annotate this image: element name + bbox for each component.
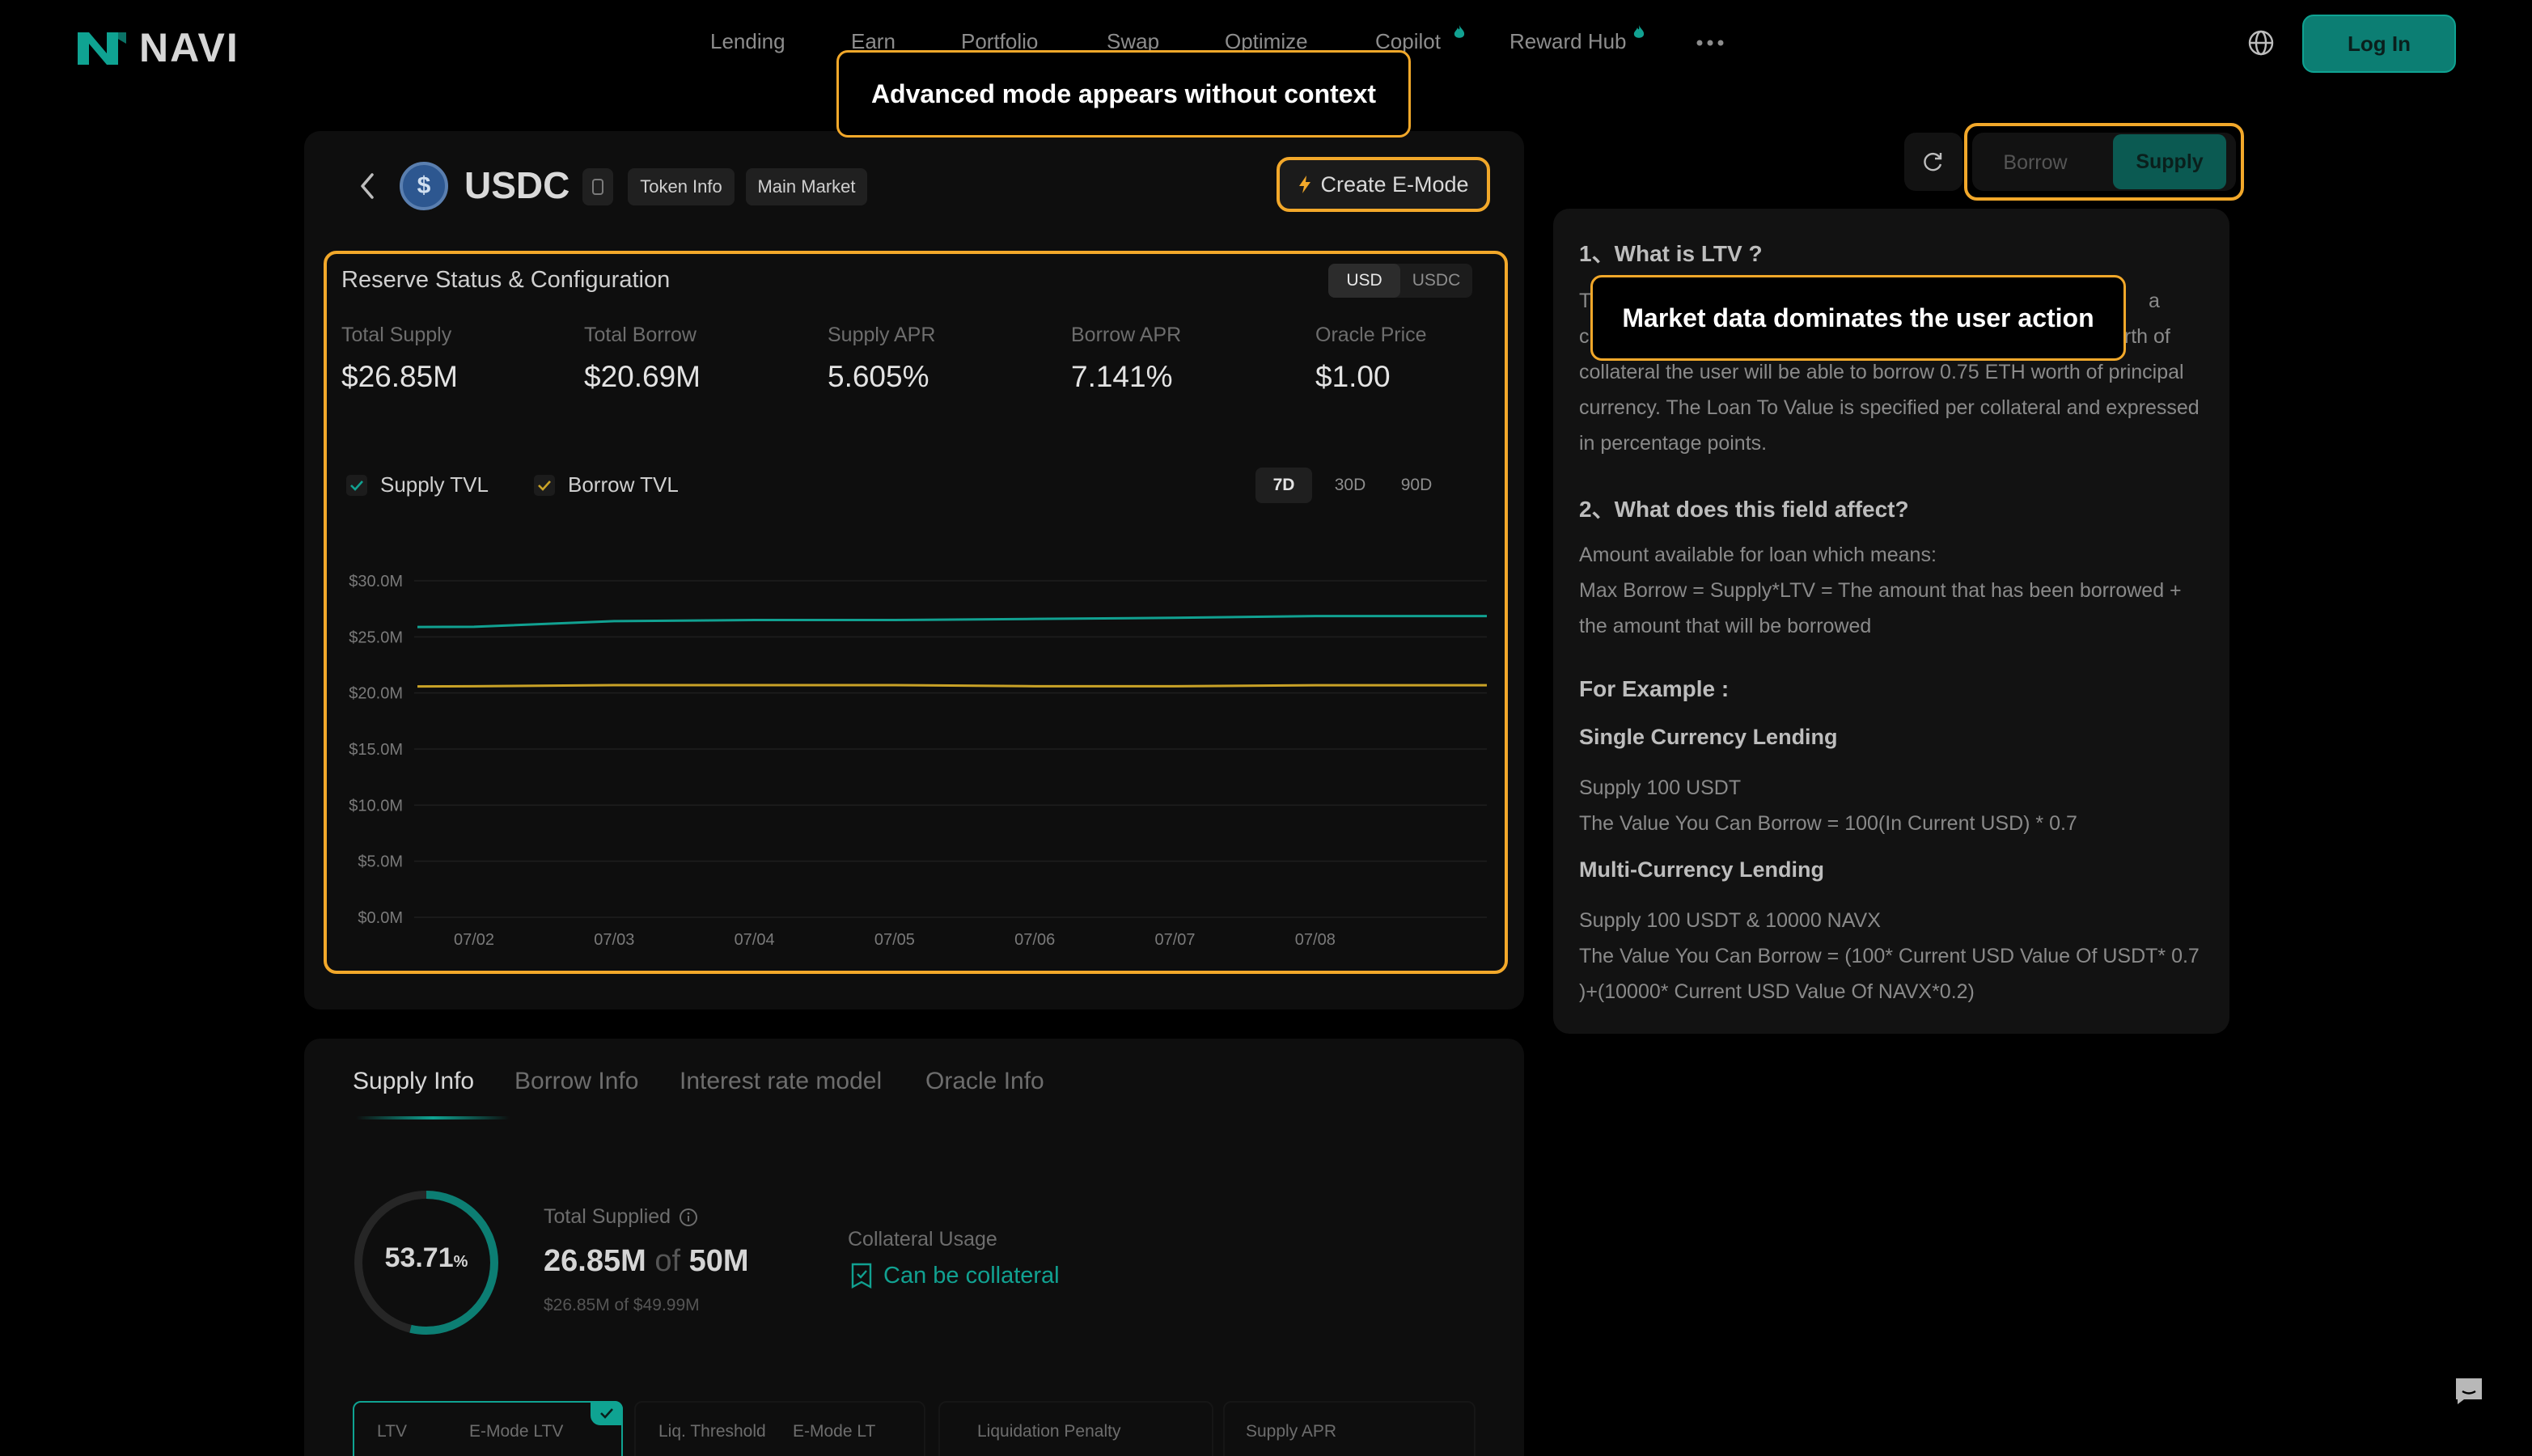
- metric-label: Liq. Threshold: [658, 1422, 766, 1441]
- check-icon: [591, 1401, 623, 1425]
- of-word: of: [654, 1244, 681, 1278]
- total-supplied-amount: 26.85M: [544, 1244, 646, 1278]
- multi-currency-title: Multi-Currency Lending: [1579, 857, 1824, 882]
- ltv-question-1: 1、What is LTV ?: [1579, 241, 1763, 266]
- text-fragment: T: [1579, 290, 1592, 312]
- brand-logo[interactable]: NAVI: [74, 24, 239, 71]
- single-currency-formula: The Value You Can Borrow = 100(In Curren…: [1579, 812, 2077, 835]
- ltv-answer-1: collateral the user will be able to borr…: [1579, 361, 2200, 455]
- total-supplied-label-text: Total Supplied: [544, 1205, 671, 1228]
- chat-support-icon[interactable]: [2453, 1375, 2485, 1407]
- tab-borrow-info[interactable]: Borrow Info: [514, 1068, 638, 1095]
- metric-label: LTV: [377, 1422, 407, 1441]
- total-supplied-value: 26.85M of 50M: [544, 1244, 749, 1279]
- globe-icon[interactable]: [2247, 29, 2275, 57]
- back-arrow-icon[interactable]: [356, 170, 379, 202]
- navi-logo-icon: [78, 32, 126, 65]
- text-fragment: a: [2149, 290, 2160, 312]
- bookmark-check-icon: [851, 1263, 872, 1289]
- refresh-button[interactable]: [1904, 133, 1963, 191]
- main-market-chip[interactable]: Main Market: [746, 168, 867, 205]
- collateral-usage-text: Can be collateral: [883, 1262, 1060, 1289]
- supply-cap: 50M: [688, 1244, 749, 1278]
- tab-oracle-info[interactable]: Oracle Info: [925, 1068, 1044, 1095]
- login-button[interactable]: Log In: [2302, 15, 2456, 73]
- highlight-create-emode: [1277, 157, 1490, 212]
- copy-icon[interactable]: [582, 168, 613, 205]
- total-supplied-usd: $26.85M of $49.99M: [544, 1296, 700, 1314]
- multi-currency-formula: The Value You Can Borrow = (100* Current…: [1579, 945, 2200, 1003]
- example-title: For Example :: [1579, 676, 1730, 701]
- tab-supply-info[interactable]: Supply Info: [353, 1068, 474, 1095]
- ltv-answer-2: Amount available for loan which means:: [1579, 544, 1937, 566]
- ltv-answer-2-formula: Max Borrow = Supply*LTV = The amount tha…: [1579, 579, 2182, 637]
- highlight-reserve-section: [324, 251, 1508, 974]
- fire-icon: [1633, 25, 1645, 38]
- fire-icon: [1454, 25, 1465, 38]
- metric-label: E-Mode LT: [793, 1422, 876, 1441]
- nav-reward-hub-label: Reward Hub: [1509, 29, 1627, 53]
- tab-interest-rate-model[interactable]: Interest rate model: [680, 1068, 882, 1095]
- info-icon[interactable]: [679, 1208, 698, 1227]
- metric-label: Liquidation Penalty: [977, 1422, 1121, 1441]
- refresh-icon: [1924, 152, 1942, 171]
- token-symbol: USDC: [464, 164, 570, 206]
- callout-advanced-mode: Advanced mode appears without context: [836, 50, 1411, 138]
- usdc-coin-icon: $: [400, 162, 448, 210]
- single-currency-supply: Supply 100 USDT: [1579, 777, 1742, 799]
- highlight-borrow-supply-toggle: [1964, 123, 2244, 201]
- ellipsis-icon[interactable]: [1696, 39, 1725, 47]
- single-currency-title: Single Currency Lending: [1579, 725, 1838, 749]
- utilization-value: 53.71%: [349, 1242, 503, 1274]
- ltv-question-2: 2、What does this field affect?: [1579, 497, 1909, 522]
- text-fragment: c: [1579, 325, 1590, 348]
- nav-reward-hub[interactable]: Reward Hub: [1509, 25, 1645, 54]
- nav-lending[interactable]: Lending: [710, 29, 785, 54]
- utilization-unit: %: [453, 1253, 468, 1271]
- metric-label: Supply APR: [1246, 1422, 1337, 1441]
- collateral-usage-value: Can be collateral: [849, 1262, 1060, 1289]
- total-supplied-label: Total Supplied: [544, 1205, 698, 1229]
- metric-label: E-Mode LTV: [469, 1422, 564, 1441]
- callout-market-data: Market data dominates the user action: [1590, 275, 2126, 361]
- collateral-usage-label: Collateral Usage: [848, 1228, 997, 1251]
- utilization-number: 53.71: [384, 1242, 454, 1273]
- multi-currency-supply: Supply 100 USDT & 10000 NAVX: [1579, 909, 1881, 932]
- brand-name: NAVI: [139, 25, 239, 70]
- tab-active-underline: [356, 1116, 510, 1120]
- token-info-chip[interactable]: Token Info: [628, 168, 735, 205]
